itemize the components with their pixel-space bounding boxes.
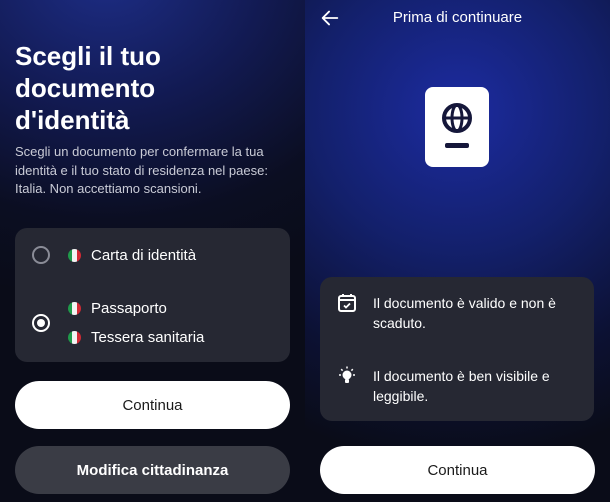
page-description: Scegli un documento per confermare la tu…: [15, 144, 268, 196]
calendar-check-icon: [338, 294, 356, 312]
italy-flag-icon: [68, 248, 81, 262]
header-bar: Prima di continuare: [305, 0, 610, 36]
option-label: Passaporto: [91, 299, 167, 317]
page-title: Scegli il tuo documento d'identità: [15, 41, 161, 135]
italy-flag-icon: [68, 301, 81, 315]
option-passaporto-tessera[interactable]: Passaporto Tessera sanitaria: [15, 290, 290, 360]
continue-button[interactable]: Continua: [320, 446, 595, 494]
document-selection-screen: Scegli il tuo documento d'identità Scegl…: [0, 0, 305, 502]
document-item: Passaporto: [68, 298, 167, 318]
radio-selected[interactable]: [32, 314, 50, 332]
option-label: Carta di identità: [91, 246, 197, 264]
lightbulb-icon: [339, 366, 355, 383]
globe-icon: [442, 103, 472, 148]
header-title: Prima di continuare: [392, 9, 523, 26]
requirement-legible-text: Il documento è ben visibile e leggibile.: [373, 368, 550, 404]
document-item: Carta di identità: [68, 245, 196, 265]
option-label: Tessera sanitaria: [91, 328, 205, 346]
continue-button[interactable]: Continua: [15, 381, 290, 429]
radio-unselected[interactable]: [32, 246, 50, 264]
italy-flag-icon: [68, 330, 81, 344]
before-continue-screen: Prima di continuare Il documento è valid…: [305, 0, 610, 502]
modify-citizenship-button[interactable]: Modifica cittadinanza: [15, 446, 290, 494]
requirement-valid-text: Il documento è valido e non è scaduto.: [373, 295, 556, 331]
document-item: Tessera sanitaria: [68, 327, 204, 347]
passport-icon: [425, 87, 489, 167]
requirements-card: Il documento è valido e non è scaduto. I…: [320, 277, 594, 421]
document-options-card: Carta di identità Passaporto Tessera san…: [15, 228, 290, 362]
option-carta-identita[interactable]: Carta di identità: [15, 228, 290, 282]
